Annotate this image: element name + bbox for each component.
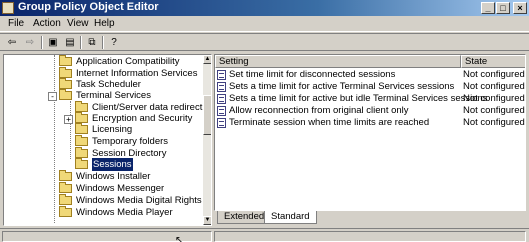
mouse-cursor-icon: ↖ <box>175 235 184 242</box>
minimize-button[interactable]: _ <box>481 2 495 14</box>
tree-scrollbar[interactable]: ▲ ▼ <box>203 55 211 225</box>
scroll-down-icon[interactable]: ▼ <box>203 216 211 225</box>
menu-action[interactable]: Action <box>33 18 61 29</box>
policy-setting-icon <box>217 94 226 104</box>
close-button[interactable]: × <box>513 2 527 14</box>
column-header-setting[interactable]: Setting <box>215 55 461 68</box>
folder-icon <box>75 135 88 146</box>
open-folder-icon <box>75 158 88 169</box>
forward-arrow-icon[interactable]: ⇨ <box>23 36 37 49</box>
menu-help[interactable]: Help <box>94 18 115 29</box>
status-cell <box>214 231 526 242</box>
tab-standard[interactable]: Standard <box>264 211 317 224</box>
folder-icon <box>75 101 88 112</box>
maximize-button[interactable]: □ <box>496 2 510 14</box>
folder-icon <box>59 55 72 66</box>
menu-file[interactable]: File <box>8 18 24 29</box>
policy-setting-icon <box>217 82 226 92</box>
scroll-thumb[interactable] <box>203 95 211 135</box>
policy-setting-icon <box>217 106 226 116</box>
settings-list[interactable]: Setting State Set time limit for disconn… <box>214 54 526 211</box>
expand-icon[interactable]: + <box>64 115 73 124</box>
title-bar: Group Policy Object Editor _ □ × <box>0 0 529 16</box>
folder-icon <box>59 206 72 217</box>
folder-icon <box>75 147 88 158</box>
toolbar-separator <box>80 36 82 49</box>
folder-icon <box>59 170 72 181</box>
folder-icon <box>59 194 72 205</box>
up-folder-icon[interactable]: ▣ <box>46 36 60 49</box>
tree-item[interactable]: + Encryption and Security <box>64 112 204 125</box>
tree-connector <box>54 55 55 223</box>
view-tabs: Extended Standard <box>214 211 526 225</box>
export-list-icon[interactable]: ⧉ <box>85 36 99 49</box>
menu-view[interactable]: View <box>67 18 89 29</box>
app-icon <box>2 2 14 14</box>
tree-pane[interactable]: Application Compatibility Internet Infor… <box>3 54 212 226</box>
folder-icon <box>59 78 72 89</box>
tree-connector <box>70 101 71 159</box>
policy-setting-icon <box>217 118 226 128</box>
table-row[interactable]: Allow reconnection from original client … <box>215 105 525 117</box>
window-title: Group Policy Object Editor <box>18 1 159 13</box>
back-arrow-icon[interactable]: ⇦ <box>5 36 19 49</box>
table-row[interactable]: Sets a time limit for active but idle Te… <box>215 93 525 105</box>
status-bar <box>0 228 529 242</box>
folder-icon <box>75 112 88 123</box>
table-row[interactable]: Set time limit for disconnected sessions… <box>215 69 525 81</box>
menu-bar: File Action View Help <box>0 16 529 32</box>
toolbar-separator <box>102 36 104 49</box>
show-tree-icon[interactable]: ▤ <box>63 36 77 49</box>
table-row[interactable]: Sets a time limit for active Terminal Se… <box>215 81 525 93</box>
toolbar-separator <box>41 36 43 49</box>
column-header-state[interactable]: State <box>461 55 525 68</box>
folder-icon <box>59 182 72 193</box>
policy-setting-icon <box>217 70 226 80</box>
help-icon[interactable]: ? <box>107 36 121 49</box>
table-row[interactable]: Terminate session when time limits are r… <box>215 117 525 129</box>
scroll-up-icon[interactable]: ▲ <box>203 55 211 64</box>
open-folder-icon <box>59 89 72 100</box>
folder-icon <box>59 67 72 78</box>
folder-icon <box>75 123 88 134</box>
toolbar: ⇦ ⇨ ▣ ▤ ⧉ ? <box>0 33 529 51</box>
collapse-icon[interactable]: - <box>48 92 57 101</box>
